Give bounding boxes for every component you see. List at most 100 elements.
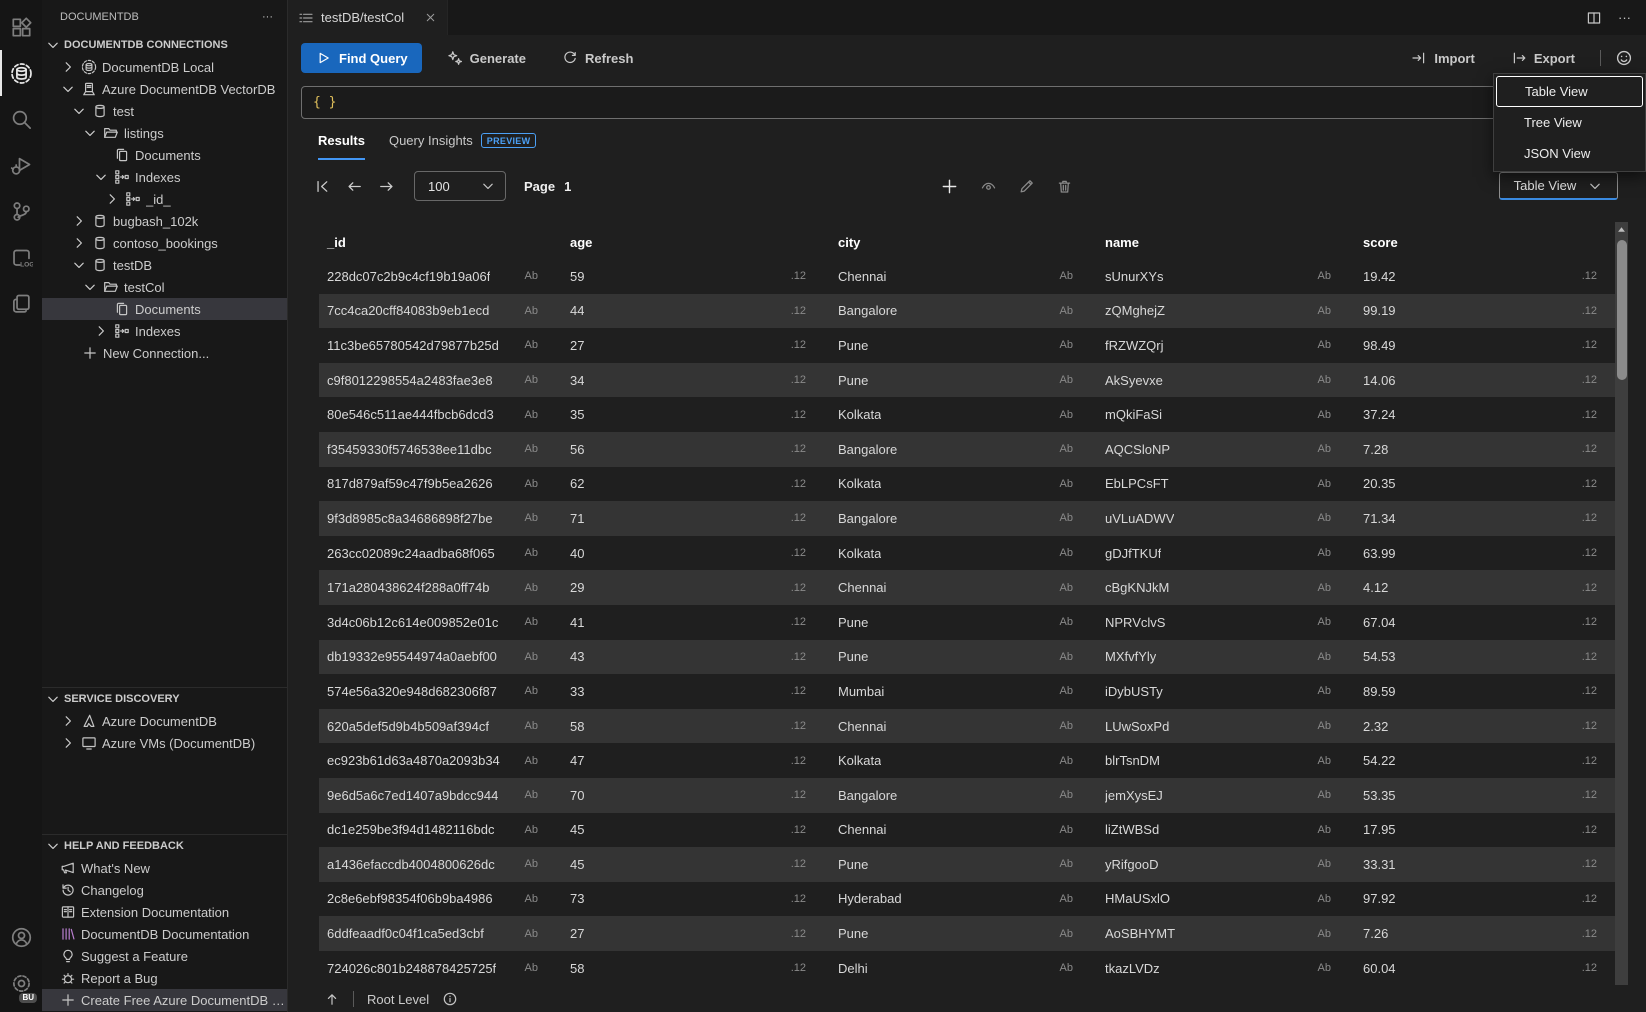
menu-item-table-view[interactable]: Table View <box>1496 76 1643 107</box>
activity-run-debug[interactable] <box>0 142 42 188</box>
cell-city: KolkataAb <box>830 536 1097 571</box>
column-header-score[interactable]: score <box>1355 225 1615 259</box>
ellipsis-icon[interactable]: ··· <box>1618 10 1631 25</box>
tab-testdb-testcol[interactable]: testDB/testCol <box>288 0 448 35</box>
tree-item-indexes[interactable]: Indexes <box>42 166 287 188</box>
menu-item-json-view[interactable]: JSON View <box>1496 138 1643 169</box>
tree-item-create-free-azure-documentdb-cl[interactable]: Create Free Azure DocumentDB Cl... <box>42 989 287 1011</box>
tree-item-documentdb-local[interactable]: DocumentDB Local <box>42 56 287 78</box>
menu-item-tree-view[interactable]: Tree View <box>1496 107 1643 138</box>
activity-settings-gear[interactable]: BU <box>0 960 42 1006</box>
table-row[interactable]: 80e546c511ae444fbcb6dcd3Ab35.12KolkataAb… <box>319 397 1615 432</box>
query-input[interactable]: { } <box>301 86 1633 119</box>
close-icon[interactable] <box>424 11 437 24</box>
section-header-help[interactable]: HELP AND FEEDBACK <box>42 835 287 857</box>
table-row[interactable]: 574e56a320e948d682306f87Ab33.12MumbaiAbi… <box>319 674 1615 709</box>
tree-item-azure-documentdb[interactable]: Azure DocumentDB <box>42 710 287 732</box>
activity-output-log[interactable]: LOG <box>0 234 42 280</box>
table-row[interactable]: ec923b61d63a4870a2093b34Ab47.12KolkataAb… <box>319 743 1615 778</box>
table-row[interactable]: 171a280438624f288a0ff74bAb29.12ChennaiAb… <box>319 570 1615 605</box>
cell-name: LUwSoxPdAb <box>1097 709 1355 744</box>
section-header-connections[interactable]: DOCUMENTDB CONNECTIONS <box>42 34 287 56</box>
tree-item-what-s-new[interactable]: What's New <box>42 857 287 879</box>
next-page-icon[interactable] <box>378 178 395 195</box>
table-row[interactable]: f35459330f5746538ee11dbcAb56.12Bangalore… <box>319 432 1615 467</box>
table-row[interactable]: 11c3be65780542d79877b25dAb27.12PuneAbfRZ… <box>319 328 1615 363</box>
cell-value: a1436efaccdb4004800626dc <box>327 857 495 872</box>
edit-document-icon[interactable] <box>1018 178 1035 195</box>
up-level-icon[interactable] <box>324 991 340 1007</box>
table-row[interactable]: 9f3d8985c8a34686898f27beAb71.12Bangalore… <box>319 501 1615 536</box>
find-query-button[interactable]: Find Query <box>301 43 422 73</box>
refresh-button[interactable]: Refresh <box>551 43 644 73</box>
tree-item-suggest-a-feature[interactable]: Suggest a Feature <box>42 945 287 967</box>
table-row[interactable]: db19332e95544974a0aebf00Ab43.12PuneAbMXf… <box>319 640 1615 675</box>
table-row[interactable]: 2c8e6ebf98354f06b9ba4986Ab73.12Hyderabad… <box>319 882 1615 917</box>
table-row[interactable]: a1436efaccdb4004800626dcAb45.12PuneAbyRi… <box>319 847 1615 882</box>
table-row[interactable]: dc1e259be3f94d1482116bdcAb45.12ChennaiAb… <box>319 813 1615 848</box>
table-row[interactable]: 724026c801b248878425725fAb58.12DelhiAbtk… <box>319 951 1615 986</box>
table-row[interactable]: 3d4c06b12c614e009852e01cAb41.12PuneAbNPR… <box>319 605 1615 640</box>
chevron-down-icon <box>45 37 61 53</box>
column-header-city[interactable]: city <box>830 225 1097 259</box>
tree-item-testcol[interactable]: testCol <box>42 276 287 298</box>
tree-item-azure-documentdb-vectordb[interactable]: Azure DocumentDB VectorDB <box>42 78 287 100</box>
cell-city: DelhiAb <box>830 951 1097 986</box>
tree-item-documents[interactable]: Documents <box>42 144 287 166</box>
table-row[interactable]: 9e6d5a6c7ed1407a9bdcc944Ab70.12Bangalore… <box>319 778 1615 813</box>
scrollbar-thumb[interactable] <box>1617 240 1627 380</box>
table-row[interactable]: c9f8012298554a2483fae3e8Ab34.12PuneAbAkS… <box>319 363 1615 398</box>
tree-item-documentdb-documentation[interactable]: DocumentDB Documentation <box>42 923 287 945</box>
tree-item-bugbash-102k[interactable]: bugbash_102k <box>42 210 287 232</box>
cell-age: 62.12 <box>562 467 830 502</box>
activity-extensions-grid[interactable] <box>0 4 42 50</box>
table-row[interactable]: 228dc07c2b9c4cf19b19a06fAb59.12ChennaiAb… <box>319 259 1615 294</box>
view-document-icon[interactable] <box>980 178 997 195</box>
feedback-smiley-icon[interactable] <box>1615 49 1633 67</box>
tree-item-id[interactable]: _id_ <box>42 188 287 210</box>
table-row[interactable]: 263cc02089c24aadba68f065Ab40.12KolkataAb… <box>319 536 1615 571</box>
table-row[interactable]: 7cc4ca20cff84083b9eb1ecdAb44.12Bangalore… <box>319 294 1615 329</box>
column-header-age[interactable]: age <box>562 225 830 259</box>
scroll-up-icon[interactable] <box>1615 224 1628 236</box>
column-header-id[interactable]: _id <box>319 225 562 259</box>
book-icon <box>60 904 76 920</box>
prev-page-icon[interactable] <box>346 178 363 195</box>
info-icon[interactable] <box>442 991 458 1007</box>
tree-item-changelog[interactable]: Changelog <box>42 879 287 901</box>
table-row[interactable]: 620a5def5d9b4b509af394cfAb58.12ChennaiAb… <box>319 709 1615 744</box>
tab-results[interactable]: Results <box>318 133 365 160</box>
tree-item-testdb[interactable]: testDB <box>42 254 287 276</box>
tree-item-azure-vms-documentdb[interactable]: Azure VMs (DocumentDB) <box>42 732 287 754</box>
tree-item-new-connection[interactable]: New Connection... <box>42 342 287 364</box>
tree-item-listings[interactable]: listings <box>42 122 287 144</box>
import-button[interactable]: Import <box>1400 43 1485 73</box>
table-row[interactable]: 6ddfeaadf0c04f1ca5ed3cbfAb27.12PuneAbAoS… <box>319 916 1615 951</box>
tree-item-documents[interactable]: Documents <box>42 298 287 320</box>
tree-item-extension-documentation[interactable]: Extension Documentation <box>42 901 287 923</box>
delete-document-icon[interactable] <box>1056 178 1073 195</box>
add-document-icon[interactable] <box>940 177 959 196</box>
table-row[interactable]: 817d879af59c47f9b5ea2626Ab62.12KolkataAb… <box>319 467 1615 502</box>
tree-item-test[interactable]: test <box>42 100 287 122</box>
tab-query-insights[interactable]: Query Insights PREVIEW <box>389 133 536 160</box>
export-button[interactable]: Export <box>1500 43 1586 73</box>
more-actions-icon[interactable]: ··· <box>262 11 273 23</box>
tree-item-contoso-bookings[interactable]: contoso_bookings <box>42 232 287 254</box>
type-indicator: Ab <box>1318 616 1331 628</box>
activity-copies[interactable] <box>0 280 42 326</box>
cell-city: BangaloreAb <box>830 432 1097 467</box>
activity-search[interactable] <box>0 96 42 142</box>
view-mode-select[interactable]: Table View <box>1499 172 1618 200</box>
page-size-select[interactable]: 100 <box>414 171 506 201</box>
first-page-icon[interactable] <box>314 178 331 195</box>
activity-documentdb[interactable] <box>0 50 42 96</box>
generate-button[interactable]: Generate <box>436 43 537 73</box>
tree-item-indexes[interactable]: Indexes <box>42 320 287 342</box>
activity-account[interactable] <box>0 914 42 960</box>
tree-item-report-a-bug[interactable]: Report a Bug <box>42 967 287 989</box>
activity-source-control[interactable] <box>0 188 42 234</box>
section-header-service-discovery[interactable]: SERVICE DISCOVERY <box>42 688 287 710</box>
column-header-name[interactable]: name <box>1097 225 1355 259</box>
split-editor-icon[interactable] <box>1586 10 1602 26</box>
